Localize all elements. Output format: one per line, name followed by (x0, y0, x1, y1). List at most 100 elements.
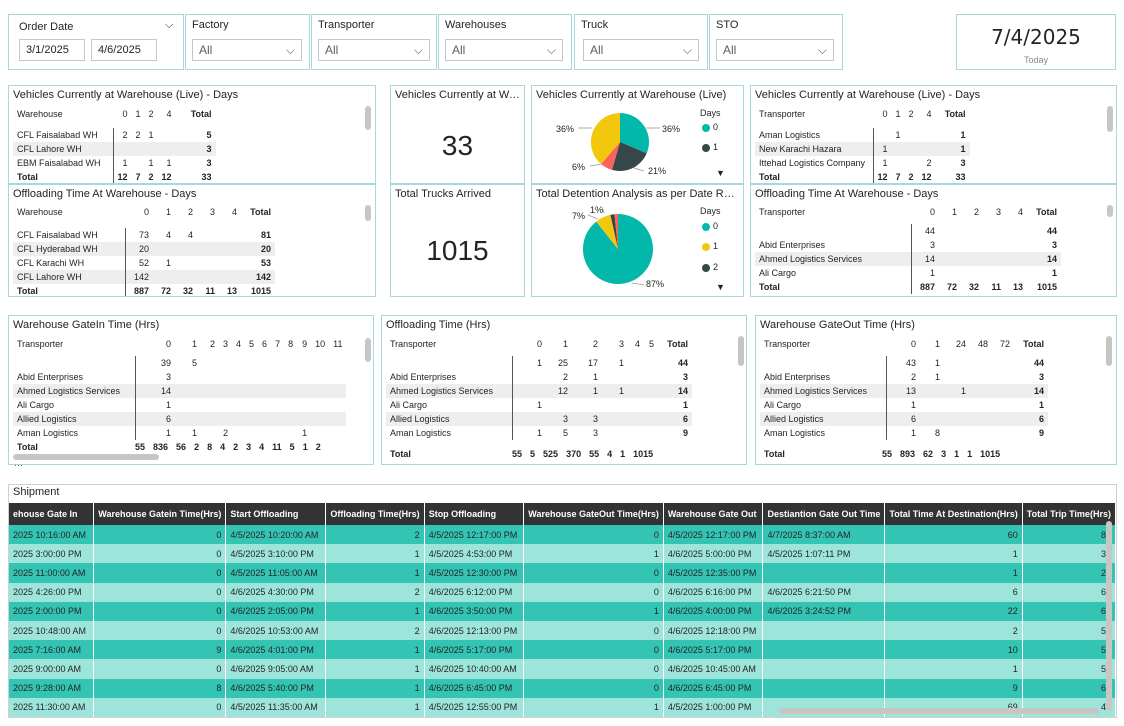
vertical-scrollbar[interactable] (1106, 521, 1112, 711)
cell (918, 128, 936, 142)
table-row[interactable]: Aman Logistics 1 1 2 1 (13, 426, 346, 440)
start-date-input[interactable]: 3/1/2025 (19, 39, 85, 61)
cell: 2025 9:00:00 AM (9, 659, 95, 679)
horizontal-scrollbar[interactable] (779, 708, 1099, 714)
table-row[interactable]: Ahmed Logistics Services 13 1 14 (760, 384, 1048, 398)
legend-item[interactable]: 0 (702, 122, 718, 132)
table-row[interactable]: 2025 11:00:00 AM 0 4/5/2025 11:05:00 AM 1 4/… (9, 563, 1116, 583)
table-row[interactable]: EBM Faisalabad WH 1 1 1 3 (13, 156, 216, 170)
table-row[interactable]: CFL Lahore WH 3 (13, 142, 216, 156)
sto-dropdown[interactable]: All ⌵ (716, 39, 834, 61)
caret-down-icon[interactable]: ▼ (716, 282, 725, 292)
legend-label: 0 (713, 122, 719, 132)
table-row[interactable]: New Karachi Hazara 1 1 (755, 142, 970, 156)
table-row[interactable]: Aman Logistics 1 1 (755, 128, 970, 142)
col-header[interactable]: Destiantion Gate Out Time (762, 503, 886, 525)
legend-item[interactable]: 2 (702, 262, 718, 272)
table-row[interactable]: 2025 3:00:00 PM 0 4/5/2025 3:10:00 PM 1 4/5/… (9, 544, 1116, 564)
table-row[interactable]: Abid Enterprises 3 (13, 370, 346, 384)
col-header[interactable]: Warehouse Gatein Time(Hrs) (93, 503, 227, 525)
cell: 8 (93, 678, 227, 698)
transporter-dropdown[interactable]: All ⌵ (318, 39, 430, 61)
col-header[interactable]: Total Trip Time(Hrs) (1022, 503, 1116, 525)
cell: 1 (935, 142, 970, 156)
cell: 4/6/2025 12:18:00 PM (663, 620, 764, 641)
cell: 6 (135, 412, 175, 426)
col-header[interactable]: Start Offloading (225, 503, 327, 525)
caret-down-icon[interactable]: ▼ (716, 168, 725, 178)
table-row[interactable]: 2025 7:16:00 AM 9 4/6/2025 4:01:00 PM 1 4/6/… (9, 640, 1116, 660)
vertical-scrollbar[interactable] (365, 338, 371, 362)
table-row[interactable]: 2025 4:26:00 PM 0 4/6/2025 4:30:00 PM 2 4/6/… (9, 582, 1116, 602)
vertical-scrollbar[interactable] (365, 106, 371, 130)
table-row[interactable]: Ali Cargo 1 1 (755, 266, 1061, 280)
table-row[interactable]: 2025 9:00:00 AM 0 4/6/2025 9:05:00 AM 1 4/6/… (9, 659, 1116, 679)
vertical-scrollbar[interactable] (738, 336, 744, 366)
legend-item[interactable]: 1 (702, 142, 718, 152)
table-row[interactable]: Ahmed Logistics Services 14 14 (755, 252, 1061, 266)
col-header[interactable]: Stop Offloading (424, 503, 525, 525)
table-row[interactable]: CFL Faisalabad WH 2 2 1 5 (13, 128, 216, 142)
factory-dropdown[interactable]: All ⌵ (192, 39, 302, 61)
table-row[interactable]: Abid Enterprises 2 1 3 (386, 370, 692, 384)
table-row[interactable]: Abid Enterprises 2 1 3 (760, 370, 1048, 384)
table-row[interactable]: 1 25 17 1 44 (386, 356, 692, 370)
chevron-down-icon[interactable]: ⌵ (165, 19, 173, 32)
vertical-scrollbar[interactable] (1106, 336, 1112, 366)
cell: 2 (562, 372, 568, 382)
cell: 4/6/2025 5:17:00 PM (424, 640, 525, 660)
cell: 4/6/2025 6:12:00 PM (424, 582, 525, 602)
col-header[interactable]: Warehouse GateOut Time(Hrs) (523, 503, 664, 525)
legend-item[interactable]: 0 (702, 221, 718, 231)
table-row[interactable]: Ali Cargo 1 1 (386, 398, 692, 412)
vertical-scrollbar[interactable] (365, 205, 371, 221)
cell: 0 (523, 640, 664, 660)
table-row[interactable]: 43 1 44 (760, 356, 1048, 370)
table-row[interactable]: Aman Logistics 1 8 9 (760, 426, 1048, 440)
vertical-scrollbar[interactable] (1107, 106, 1113, 132)
table-row[interactable]: 2025 2:00:00 PM 0 4/6/2025 2:05:00 PM 1 4/6/… (9, 601, 1116, 621)
table-row[interactable]: 2025 10:16:00 AM 0 4/5/2025 10:20:00 AM 2 4/… (9, 525, 1116, 545)
col-header[interactable]: Total Time At Destination(Hrs) (884, 503, 1023, 525)
legend-item[interactable]: 1 (702, 241, 718, 251)
leader-line (587, 214, 599, 220)
table-row[interactable]: CFL Karachi WH 52 1 53 (13, 256, 275, 270)
table-row[interactable]: 2025 9:28:00 AM 8 4/6/2025 5:40:00 PM 1 4/6/… (9, 678, 1116, 698)
table-row[interactable]: Ali Cargo 1 (13, 398, 346, 412)
table-row[interactable]: 44 44 (755, 224, 1061, 238)
vertical-scrollbar[interactable] (1107, 205, 1113, 217)
cell (762, 620, 886, 641)
table-row[interactable]: Allied Logistics 6 6 (760, 412, 1048, 426)
cell: 2 (908, 172, 914, 182)
table-row[interactable]: 2025 10:48:00 AM 0 4/6/2025 10:53:00 AM 2 4/… (9, 620, 1116, 641)
table-row[interactable]: Aman Logistics 1 5 3 9 (386, 426, 692, 440)
col-header[interactable]: Warehouse Gate Out (663, 503, 764, 525)
col-header[interactable]: Offloading Time(Hrs) (325, 503, 425, 525)
col-header: 1 (562, 339, 568, 349)
end-date-input[interactable]: 4/6/2025 (91, 39, 157, 61)
table-row[interactable]: Ahmed Logistics Services 14 (13, 384, 347, 398)
table-row[interactable]: Abid Enterprises 3 3 (755, 238, 1061, 252)
cell: 2 (910, 372, 916, 382)
table-row[interactable]: Ali Cargo 1 1 (760, 398, 1048, 412)
legend-dot (702, 263, 710, 272)
table-row[interactable]: 39 5 (13, 356, 346, 370)
cell: 1 (960, 130, 966, 140)
table-row[interactable]: Allied Logistics 6 (13, 412, 347, 426)
cell: 3 (941, 449, 947, 459)
col-header[interactable]: ehouse Gate In (9, 503, 95, 525)
truck-dropdown[interactable]: All ⌵ (583, 39, 699, 61)
cell: 1 (325, 544, 425, 564)
table-row[interactable]: Allied Logistics 3 3 6 (386, 412, 692, 426)
cell: 10 (884, 640, 1023, 660)
warehouses-dropdown[interactable]: All ⌵ (445, 39, 563, 61)
horizontal-scrollbar[interactable] (13, 454, 159, 460)
table-row[interactable]: CFL Lahore WH 142 142 (13, 270, 275, 284)
table-row[interactable]: CFL Hyderabad WH 20 20 (13, 242, 275, 256)
table-row[interactable]: Ahmed Logistics Services 12 1 1 14 (386, 384, 692, 398)
more-options-icon[interactable]: ⋯ (14, 460, 23, 471)
cell: 44 (677, 358, 688, 368)
cell: 2 (148, 172, 154, 182)
table-row[interactable]: Ittehad Logistics Company 1 2 3 (755, 156, 970, 170)
table-row[interactable]: CFL Faisalabad WH 73 4 4 81 (13, 228, 275, 242)
